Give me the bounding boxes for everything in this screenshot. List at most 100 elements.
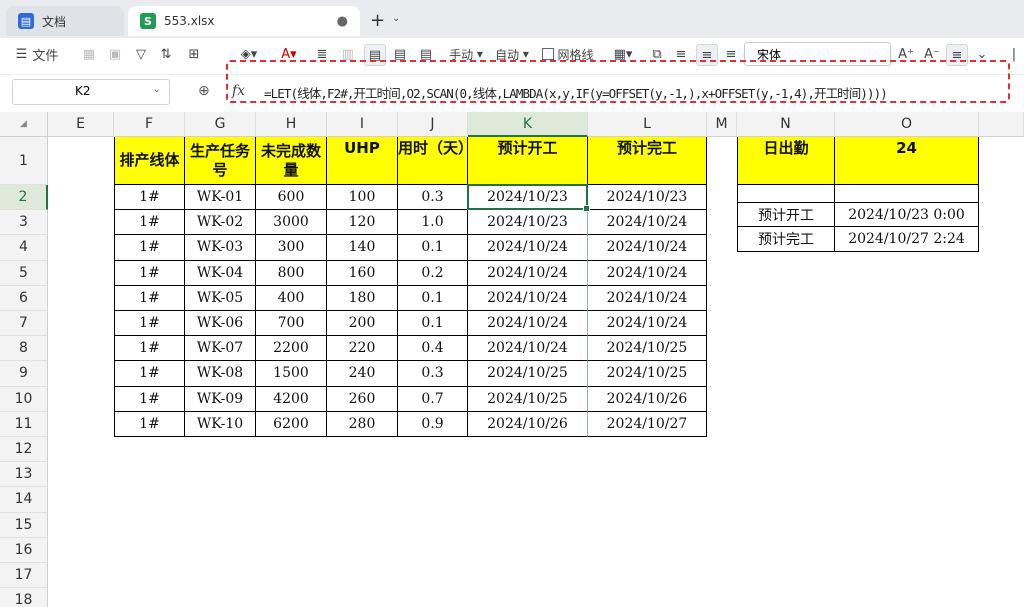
- table-cell[interactable]: 0.2: [398, 260, 468, 286]
- table-cell[interactable]: 600: [256, 185, 327, 211]
- table-cell[interactable]: 2024/10/24: [588, 210, 707, 236]
- table-cell[interactable]: WK-08: [185, 361, 256, 387]
- new-tab-icon[interactable]: +: [370, 10, 385, 31]
- side-label-cell[interactable]: 预计开工: [737, 202, 835, 227]
- row-header-4[interactable]: 4: [0, 235, 48, 261]
- table-cell[interactable]: 2024/10/25: [468, 361, 588, 387]
- table-cell[interactable]: 1.0: [398, 210, 468, 236]
- row-header-17[interactable]: 17: [0, 563, 48, 589]
- column-header-g[interactable]: G: [185, 112, 256, 137]
- chevron-down-icon[interactable]: ⌄: [392, 13, 400, 24]
- table-cell[interactable]: 2024/10/25: [468, 386, 588, 412]
- table-cell[interactable]: 1#: [114, 185, 185, 211]
- table-cell[interactable]: 2024/10/23: [468, 210, 588, 236]
- table-cell[interactable]: 2024/10/24: [468, 311, 588, 337]
- table-cell[interactable]: 300: [256, 235, 327, 261]
- table-cell[interactable]: WK-05: [185, 285, 256, 311]
- row-header-11[interactable]: 11: [0, 411, 48, 437]
- table-cell[interactable]: 0.1: [398, 285, 468, 311]
- row-header-10[interactable]: 10: [0, 386, 48, 412]
- table-cell[interactable]: 2024/10/25: [588, 336, 707, 362]
- spreadsheet-grid[interactable]: ◢ E F G H I J K L M N O 1 2 3 4 5 6 7 8 9 10 11 12 13 14 15 16 17 18…: [0, 112, 1024, 607]
- column-header-o[interactable]: O: [835, 112, 979, 137]
- table-cell[interactable]: WK-07: [185, 336, 256, 362]
- column-header-k[interactable]: K: [468, 112, 588, 137]
- table-cell[interactable]: 240: [327, 361, 398, 387]
- table-cell[interactable]: 800: [256, 260, 327, 286]
- table-cell[interactable]: WK-03: [185, 235, 256, 261]
- column-header-e[interactable]: E: [48, 112, 114, 137]
- table-cell[interactable]: 0.7: [398, 386, 468, 412]
- table-cell[interactable]: 220: [327, 336, 398, 362]
- table-cell[interactable]: 2024/10/24: [588, 311, 707, 337]
- row-header-14[interactable]: 14: [0, 487, 48, 513]
- table-cell[interactable]: 6200: [256, 411, 327, 437]
- table-cell[interactable]: 2024/10/24: [588, 235, 707, 261]
- side-value-cell[interactable]: 2024/10/23 0:00: [835, 202, 979, 227]
- header-cell[interactable]: 预计开工: [468, 137, 588, 185]
- row-header-13[interactable]: 13: [0, 462, 48, 488]
- table-cell[interactable]: 260: [327, 386, 398, 412]
- table-cell[interactable]: 1#: [114, 210, 185, 236]
- table-cell[interactable]: 0.3: [398, 361, 468, 387]
- table-cell[interactable]: 2024/10/24: [588, 285, 707, 311]
- row-header-12[interactable]: 12: [0, 437, 48, 463]
- table-cell[interactable]: 2024/10/23: [588, 185, 707, 211]
- header-cell[interactable]: 未完成数量: [256, 137, 327, 185]
- column-header-j[interactable]: J: [398, 112, 468, 137]
- row-header-8[interactable]: 8: [0, 336, 48, 362]
- table-cell[interactable]: 400: [256, 285, 327, 311]
- table-cell[interactable]: WK-01: [185, 185, 256, 211]
- name-box[interactable]: K2 ⌄: [12, 79, 170, 105]
- column-header-n[interactable]: N: [737, 112, 835, 137]
- row-header-1[interactable]: 1: [0, 137, 48, 185]
- table-cell[interactable]: WK-06: [185, 311, 256, 337]
- table-cell[interactable]: 2024/10/26: [588, 386, 707, 412]
- row-header-5[interactable]: 5: [0, 260, 48, 286]
- paste-icon[interactable]: ▣: [106, 44, 124, 64]
- column-header-m[interactable]: M: [707, 112, 737, 137]
- table-cell[interactable]: 0.3: [398, 185, 468, 211]
- table-cell[interactable]: 1#: [114, 336, 185, 362]
- table-cell[interactable]: 3000: [256, 210, 327, 236]
- header-cell[interactable]: 用时（天）: [398, 137, 473, 185]
- row-header-18[interactable]: 18: [0, 588, 48, 607]
- row-header-16[interactable]: 16: [0, 537, 48, 563]
- header-cell[interactable]: 预计完工: [588, 137, 707, 185]
- select-all-corner[interactable]: ◢: [0, 112, 48, 137]
- table-cell[interactable]: 2024/10/24: [468, 336, 588, 362]
- table-cell[interactable]: 280: [327, 411, 398, 437]
- filter-icon[interactable]: ▽: [132, 44, 150, 64]
- table-cell[interactable]: 100: [327, 185, 398, 211]
- table-cell[interactable]: 0.9: [398, 411, 468, 437]
- zoom-icon[interactable]: ⊕: [198, 83, 210, 99]
- border-icon[interactable]: ⊞: [184, 44, 204, 64]
- header-cell[interactable]: UHP: [327, 137, 398, 185]
- table-cell[interactable]: 1#: [114, 311, 185, 337]
- table-cell[interactable]: 2024/10/24: [468, 285, 588, 311]
- table-cell[interactable]: 1#: [114, 386, 185, 412]
- table-cell[interactable]: WK-04: [185, 260, 256, 286]
- table-cell[interactable]: 1#: [114, 260, 185, 286]
- sort-icon[interactable]: ⇅: [156, 44, 176, 64]
- table-cell[interactable]: 2024/10/25: [588, 361, 707, 387]
- table-cell[interactable]: 1#: [114, 285, 185, 311]
- table-cell[interactable]: 0.1: [398, 235, 468, 261]
- table-cell[interactable]: 200: [327, 311, 398, 337]
- file-menu-button[interactable]: ☰ 文件: [14, 44, 60, 64]
- row-header-3[interactable]: 3: [0, 210, 48, 236]
- column-header-i[interactable]: I: [327, 112, 398, 137]
- row-header-9[interactable]: 9: [0, 361, 48, 387]
- row-header-6[interactable]: 6: [0, 285, 48, 311]
- row-header-7[interactable]: 7: [0, 311, 48, 337]
- table-cell[interactable]: WK-02: [185, 210, 256, 236]
- table-cell[interactable]: WK-10: [185, 411, 256, 437]
- table-cell[interactable]: 2024/10/24: [588, 260, 707, 286]
- table-cell[interactable]: 4200: [256, 386, 327, 412]
- table-cell[interactable]: 0.1: [398, 311, 468, 337]
- table-cell[interactable]: 120: [327, 210, 398, 236]
- table-cell[interactable]: 2024/10/27: [588, 411, 707, 437]
- table-cell[interactable]: 0.4: [398, 336, 468, 362]
- table-cell[interactable]: 140: [327, 235, 398, 261]
- side-label-cell[interactable]: 日出勤: [737, 137, 835, 185]
